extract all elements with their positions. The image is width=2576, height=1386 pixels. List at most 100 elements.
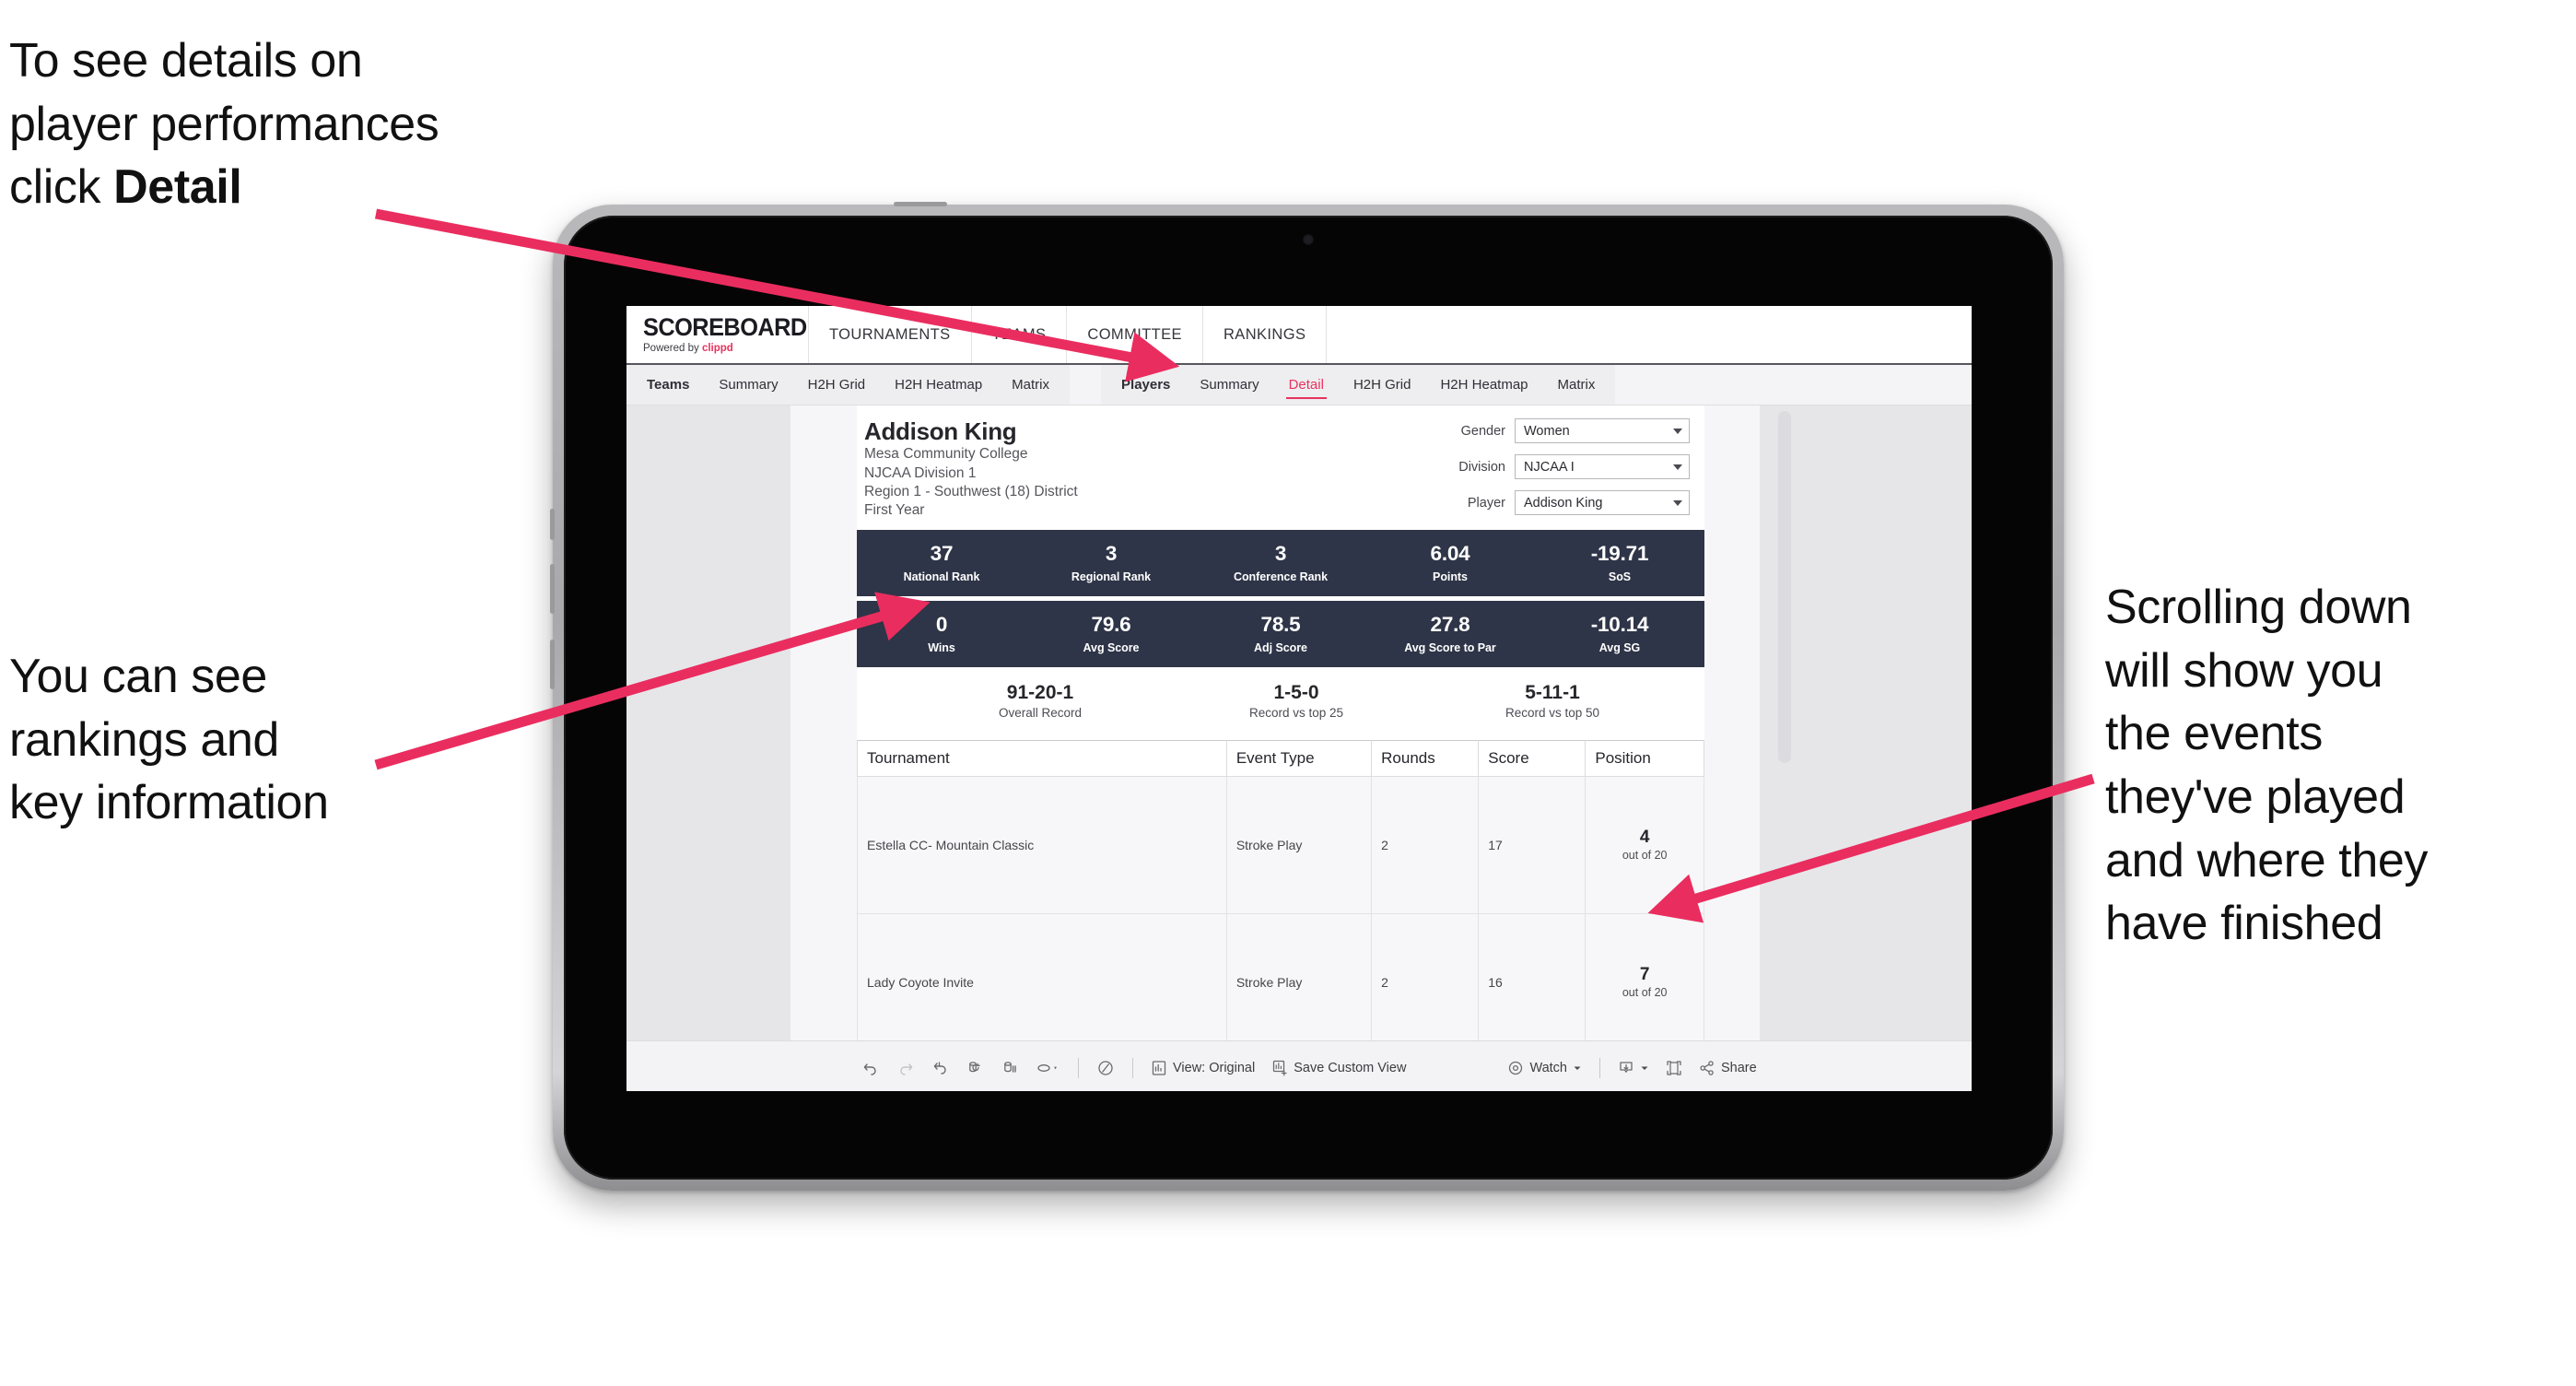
position-value: 4 [1639, 827, 1650, 847]
cell-rounds: 2 [1371, 913, 1480, 1040]
chevron-down-icon [1673, 499, 1682, 506]
clear-sheet-button[interactable] [1028, 1052, 1069, 1084]
table-row[interactable]: Lady Coyote Invite Stroke Play 2 16 7 ou… [857, 913, 1704, 1040]
nav-item-teams[interactable]: TEAMS [972, 306, 1068, 363]
bottom-toolbar: View: Original Save Custom View Watch Sh… [626, 1040, 1972, 1091]
kpi-value: 27.8 [1430, 613, 1470, 637]
filter-label-division: Division [1458, 459, 1505, 475]
pause-circle-icon [1098, 1060, 1113, 1075]
nav-item-committee[interactable]: COMMITTEE [1067, 306, 1203, 363]
tablet-volume-down-button [550, 640, 555, 689]
redo-button[interactable] [888, 1052, 923, 1084]
revert-button[interactable] [923, 1052, 958, 1084]
cell-event-type: Stroke Play [1225, 776, 1373, 915]
workspace: Addison King Mesa Community College NJCA… [626, 405, 1972, 1091]
pause-refresh-button[interactable] [1088, 1052, 1123, 1084]
kpi-label: SoS [1608, 570, 1632, 583]
watch-button[interactable]: Watch [1499, 1052, 1590, 1084]
player-detail-card: Addison King Mesa Community College NJCA… [857, 405, 1704, 1040]
chevron-down-icon [1673, 464, 1682, 470]
cell-event-type: Stroke Play [1225, 913, 1373, 1040]
column-header-rounds[interactable]: Rounds [1371, 740, 1480, 778]
download-button[interactable] [1610, 1052, 1657, 1084]
tab-teams-h2h-grid[interactable]: H2H Grid [793, 365, 881, 405]
fullscreen-button[interactable] [1657, 1052, 1691, 1084]
chevron-down-icon [1574, 1066, 1581, 1070]
gender-dropdown[interactable]: Women [1515, 418, 1690, 443]
view-original-button[interactable]: View: Original [1142, 1052, 1263, 1084]
brand-powered-prefix: Powered by [643, 342, 702, 354]
tab-players-detail[interactable]: Detail [1274, 365, 1339, 405]
undo-icon [863, 1063, 876, 1075]
filter-division: Division NJCAA I [1423, 454, 1690, 479]
kpi-points: 6.04 Points [1365, 542, 1535, 583]
tab-players-h2h-heatmap[interactable]: H2H Heatmap [1425, 365, 1542, 405]
kpi-value: 78.5 [1260, 613, 1301, 637]
tab-players-matrix[interactable]: Matrix [1543, 365, 1610, 405]
annotation-rankings-info: You can see rankings and key information [9, 650, 329, 830]
kpi-label: Avg SG [1598, 640, 1641, 654]
refresh-data-source-button[interactable] [958, 1052, 993, 1084]
nav-item-rankings[interactable]: RANKINGS [1203, 306, 1328, 363]
tab-group-players: Players Summary Detail H2H Grid H2H Heat… [1101, 365, 1616, 405]
chevron-down-icon [1673, 428, 1682, 434]
annotation-bold-detail: Detail [113, 160, 242, 215]
cell-score: 17 [1478, 776, 1587, 915]
save-custom-view-button[interactable]: Save Custom View [1263, 1052, 1414, 1084]
view-original-icon [1152, 1060, 1166, 1075]
table-header-row: Tournament Event Type Rounds Score Posit… [857, 740, 1704, 778]
share-icon [1700, 1060, 1714, 1075]
tablet-power-button [894, 202, 947, 206]
toolbar-separator [1078, 1057, 1079, 1078]
kpi-avg-sg: -10.14 Avg SG [1535, 613, 1704, 654]
record-vs-top-50: 5-11-1 Record vs top 50 [1424, 682, 1680, 720]
annotation-scrolling-events: Scrolling down will show you the events … [2105, 581, 2428, 951]
player-dropdown[interactable]: Addison King [1515, 490, 1690, 515]
tab-teams-h2h-heatmap[interactable]: H2H Heatmap [880, 365, 997, 405]
table-row[interactable]: Estella CC- Mountain Classic Stroke Play… [857, 776, 1704, 915]
kpi-label: Avg Score to Par [1404, 640, 1496, 654]
record-vs-top-25: 1-5-0 Record vs top 25 [1168, 682, 1424, 720]
vertical-scrollbar-thumb[interactable] [1778, 411, 1791, 763]
column-header-event-type[interactable]: Event Type [1225, 740, 1373, 778]
cell-position: 7 out of 20 [1585, 913, 1704, 1040]
tab-teams-matrix[interactable]: Matrix [997, 365, 1064, 405]
cell-tournament: Estella CC- Mountain Classic [857, 776, 1227, 915]
kpi-label: Points [1433, 570, 1468, 583]
undo-button[interactable] [853, 1052, 888, 1084]
kpi-value: -10.14 [1590, 613, 1649, 637]
brand-logo[interactable]: SCOREBOARD Powered by clippd [626, 306, 809, 363]
kpi-national-rank: 37 National Rank [857, 542, 1026, 582]
column-header-score[interactable]: Score [1478, 740, 1587, 778]
fullscreen-icon [1667, 1060, 1681, 1075]
tab-players-h2h-grid[interactable]: H2H Grid [1339, 365, 1426, 405]
share-label: Share [1721, 1060, 1757, 1075]
view-original-label: View: Original [1173, 1060, 1256, 1075]
kpi-conference-rank: 3 Conference Rank [1196, 542, 1365, 582]
kpi-avg-score-to-par: 27.8 Avg Score to Par [1365, 613, 1535, 654]
column-header-position[interactable]: Position [1585, 740, 1704, 778]
toolbar-separator [1132, 1057, 1133, 1078]
nav-item-tournaments[interactable]: TOURNAMENTS [809, 306, 972, 363]
division-dropdown[interactable]: NJCAA I [1515, 454, 1690, 479]
position-value: 7 [1639, 964, 1650, 984]
tablet-side-button-a [550, 509, 555, 540]
kpi-avg-score: 79.6 Avg Score [1026, 613, 1196, 653]
tab-players-summary[interactable]: Summary [1185, 365, 1273, 405]
record-value: 5-11-1 [1525, 681, 1580, 703]
division-value: NJCAA I [1524, 459, 1575, 475]
share-button[interactable]: Share [1691, 1052, 1765, 1084]
brand-powered-name: clippd [701, 342, 733, 354]
pause-auto-updates-button[interactable] [993, 1052, 1028, 1084]
cell-rounds: 2 [1371, 776, 1480, 915]
tab-teams-summary[interactable]: Summary [704, 365, 792, 405]
player-value: Addison King [1524, 495, 1603, 511]
tablet-volume-up-button [550, 564, 555, 614]
kpi-value: 6.04 [1430, 542, 1470, 566]
column-header-tournament[interactable]: Tournament [857, 740, 1227, 778]
watch-eye-icon [1509, 1061, 1523, 1075]
toolbar-separator [1599, 1057, 1600, 1078]
header-spacer [1327, 306, 1972, 363]
player-header: Addison King Mesa Community College NJCA… [857, 405, 1704, 521]
tab-strip: Teams Summary H2H Grid H2H Heatmap Matri… [626, 365, 1972, 405]
